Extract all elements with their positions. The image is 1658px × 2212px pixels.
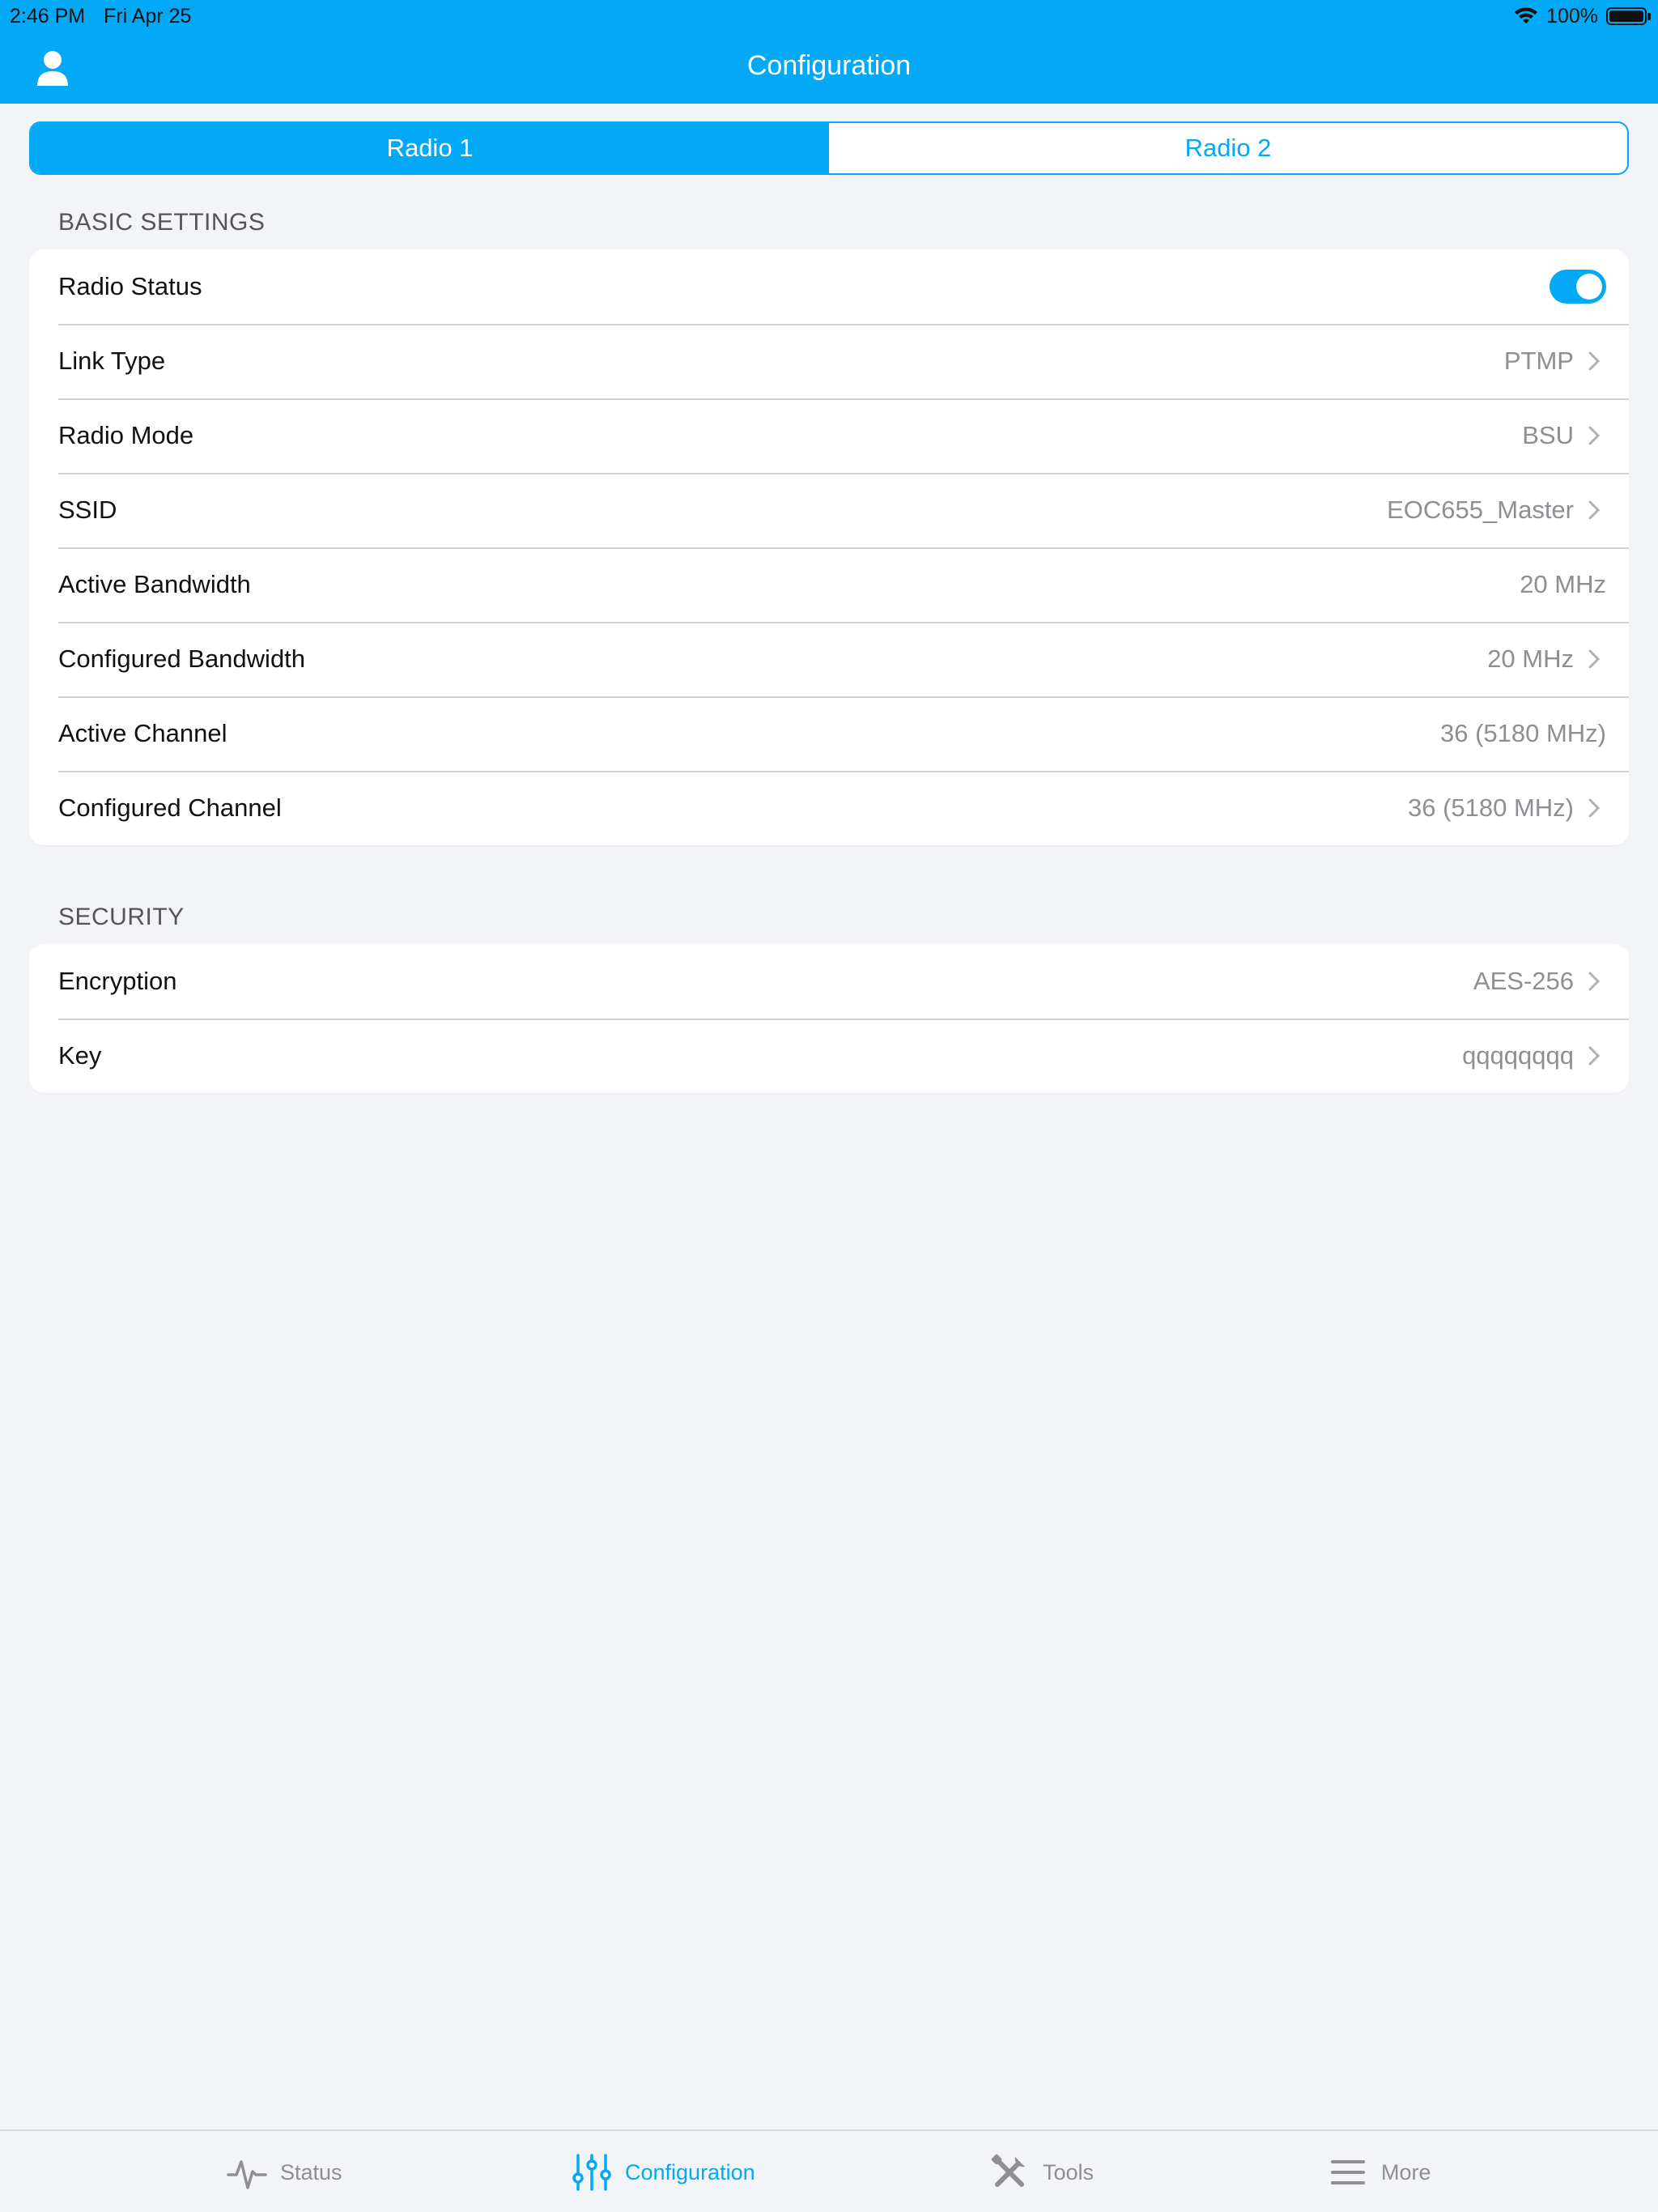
security-header: SECURITY xyxy=(58,904,185,930)
page-title: Configuration xyxy=(746,50,912,81)
row-label: Configured Channel xyxy=(58,793,282,822)
row-encryption[interactable]: Encryption AES-256 xyxy=(29,944,1629,1019)
row-label: Link Type xyxy=(58,347,166,375)
row-label: Configured Bandwidth xyxy=(58,644,306,673)
row-key[interactable]: Key qqqqqqqq xyxy=(29,1019,1629,1093)
battery-icon xyxy=(1606,7,1651,25)
row-label: SSID xyxy=(58,496,117,524)
basic-settings-header: BASIC SETTINGS xyxy=(58,209,266,236)
row-value: PTMP xyxy=(1503,347,1574,375)
tab-tools[interactable]: Tools xyxy=(989,2150,1094,2194)
top-bar: 2:46 PM Fri Apr 25 100% Configuration xyxy=(0,0,1658,104)
row-configured-bandwidth[interactable]: Configured Bandwidth 20 MHz xyxy=(29,622,1629,696)
row-label: Encryption xyxy=(58,967,177,995)
security-card: Encryption AES-256 Key qqqqqqqq xyxy=(29,944,1629,1093)
chevron-right-icon xyxy=(1582,1044,1606,1068)
row-label: Key xyxy=(58,1041,102,1070)
chevron-right-icon xyxy=(1582,498,1606,522)
chevron-right-icon xyxy=(1582,647,1606,671)
row-value: 20 MHz xyxy=(1520,570,1606,598)
tab-label: More xyxy=(1381,2159,1431,2184)
menu-icon xyxy=(1331,2160,1365,2184)
segment-radio-1[interactable]: Radio 1 xyxy=(31,123,829,173)
battery-percent: 100% xyxy=(1546,4,1598,28)
row-radio-status: Radio Status xyxy=(29,249,1629,324)
row-value: EOC655_Master xyxy=(1387,496,1574,524)
row-value: 36 (5180 MHz) xyxy=(1407,793,1574,822)
chevron-right-icon xyxy=(1582,423,1606,448)
row-ssid[interactable]: SSID EOC655_Master xyxy=(29,473,1629,547)
row-value: 36 (5180 MHz) xyxy=(1439,719,1606,747)
sliders-icon xyxy=(572,2154,611,2191)
row-label: Active Channel xyxy=(58,719,227,747)
basic-settings-card: Radio Status Link Type PTMP Radio Mode B… xyxy=(29,249,1629,845)
tab-label: Tools xyxy=(1043,2159,1095,2184)
tab-configuration[interactable]: Configuration xyxy=(572,2150,755,2194)
row-value: 20 MHz xyxy=(1487,644,1574,673)
status-indicators: 100% xyxy=(1514,3,1651,29)
radio-status-toggle[interactable] xyxy=(1550,270,1606,304)
row-active-channel: Active Channel 36 (5180 MHz) xyxy=(29,696,1629,771)
status-date: Fri Apr 25 xyxy=(104,5,192,28)
row-configured-channel[interactable]: Configured Channel 36 (5180 MHz) xyxy=(29,771,1629,845)
row-active-bandwidth: Active Bandwidth 20 MHz xyxy=(29,547,1629,622)
tab-label: Configuration xyxy=(625,2159,755,2184)
row-value: AES-256 xyxy=(1473,967,1574,995)
tab-bar: Status Configuration Tools More xyxy=(0,2129,1658,2212)
row-value: qqqqqqqq xyxy=(1462,1041,1574,1070)
wifi-icon xyxy=(1515,7,1538,23)
tab-more[interactable]: More xyxy=(1328,2150,1431,2194)
pulse-icon xyxy=(227,2160,267,2189)
segment-radio-2[interactable]: Radio 2 xyxy=(829,123,1627,173)
tools-icon xyxy=(991,2154,1025,2187)
row-value: BSU xyxy=(1522,421,1574,449)
row-label: Radio Mode xyxy=(58,421,194,449)
chevron-right-icon xyxy=(1582,349,1606,373)
row-label: Radio Status xyxy=(58,272,202,300)
chevron-right-icon xyxy=(1582,796,1606,820)
chevron-right-icon xyxy=(1582,969,1606,993)
row-link-type[interactable]: Link Type PTMP xyxy=(29,324,1629,398)
row-radio-mode[interactable]: Radio Mode BSU xyxy=(29,398,1629,473)
status-time: 2:46 PM xyxy=(10,5,86,28)
tab-status[interactable]: Status xyxy=(227,2150,342,2194)
radio-segmented-control: Radio 1 Radio 2 xyxy=(29,121,1629,175)
row-label: Active Bandwidth xyxy=(58,570,251,598)
tab-label: Status xyxy=(280,2159,342,2184)
